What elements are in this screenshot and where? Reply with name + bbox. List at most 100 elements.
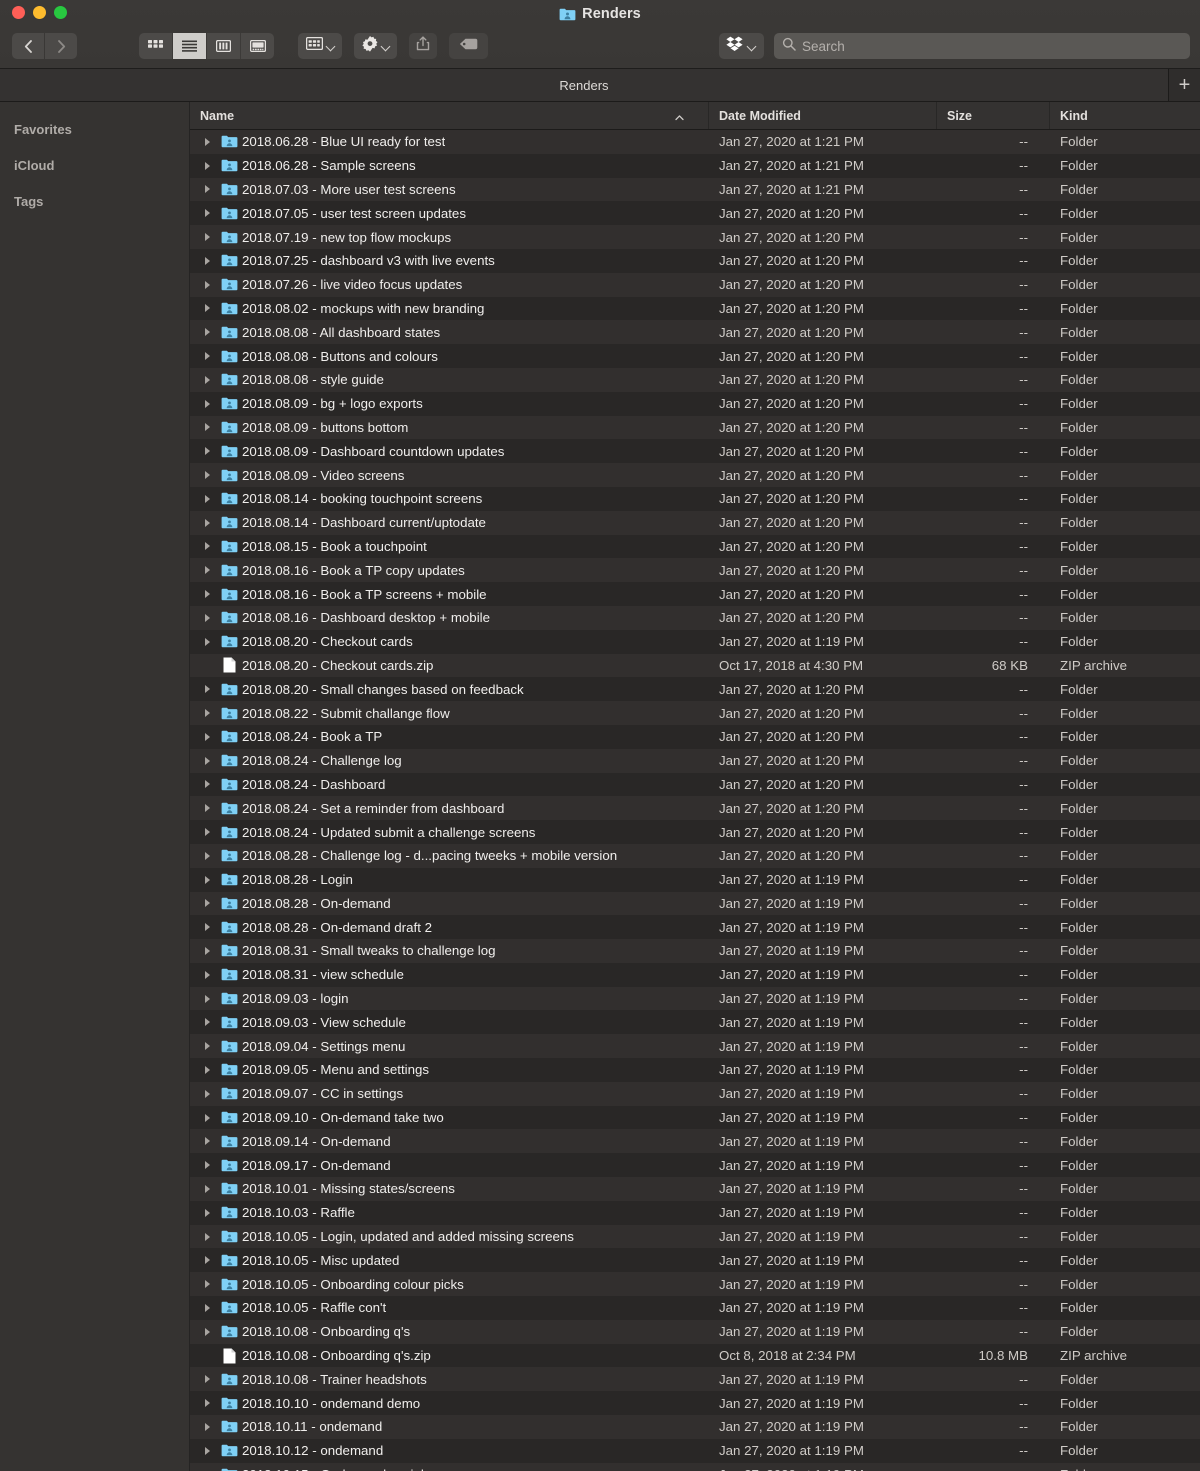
disclosure-triangle-icon[interactable] <box>198 733 216 741</box>
table-row[interactable]: 2018.07.26 - live video focus updatesJan… <box>190 273 1200 297</box>
table-row[interactable]: 2018.08.14 - booking touchpoint screensJ… <box>190 487 1200 511</box>
action-menu-button[interactable] <box>354 33 397 59</box>
disclosure-triangle-icon[interactable] <box>198 542 216 550</box>
table-row[interactable]: 2018.10.05 - Login, updated and added mi… <box>190 1225 1200 1249</box>
table-row[interactable]: 2018.08.09 - bg + logo exportsJan 27, 20… <box>190 392 1200 416</box>
table-row[interactable]: 2018.08.31 - Small tweaks to challenge l… <box>190 939 1200 963</box>
table-row[interactable]: 2018.08.16 - Book a TP screens + mobileJ… <box>190 582 1200 606</box>
disclosure-triangle-icon[interactable] <box>198 1280 216 1288</box>
icon-view-button[interactable] <box>139 33 173 59</box>
sidebar-section-favorites[interactable]: Favorites <box>0 111 189 147</box>
disclosure-triangle-icon[interactable] <box>198 1137 216 1145</box>
table-row[interactable]: 2018.08.09 - Video screensJan 27, 2020 a… <box>190 463 1200 487</box>
disclosure-triangle-icon[interactable] <box>198 971 216 979</box>
disclosure-triangle-icon[interactable] <box>198 447 216 455</box>
table-row[interactable]: 2018.09.07 - CC in settingsJan 27, 2020 … <box>190 1082 1200 1106</box>
disclosure-triangle-icon[interactable] <box>198 995 216 1003</box>
table-row[interactable]: 2018.08.24 - Challenge logJan 27, 2020 a… <box>190 749 1200 773</box>
table-row[interactable]: 2018.08.15 - Book a touchpointJan 27, 20… <box>190 535 1200 559</box>
table-row[interactable]: 2018.07.05 - user test screen updatesJan… <box>190 201 1200 225</box>
disclosure-triangle-icon[interactable] <box>198 1328 216 1336</box>
disclosure-triangle-icon[interactable] <box>198 876 216 884</box>
table-row[interactable]: 2018.09.10 - On-demand take twoJan 27, 2… <box>190 1106 1200 1130</box>
table-row[interactable]: 2018.09.14 - On-demandJan 27, 2020 at 1:… <box>190 1129 1200 1153</box>
disclosure-triangle-icon[interactable] <box>198 828 216 836</box>
disclosure-triangle-icon[interactable] <box>198 1233 216 1241</box>
disclosure-triangle-icon[interactable] <box>198 352 216 360</box>
table-row[interactable]: 2018.08.24 - DashboardJan 27, 2020 at 1:… <box>190 773 1200 797</box>
table-row[interactable]: 2018.07.25 - dashboard v3 with live even… <box>190 249 1200 273</box>
tag-button[interactable] <box>449 33 488 59</box>
disclosure-triangle-icon[interactable] <box>198 328 216 336</box>
table-row[interactable]: 2018.08.20 - Checkout cards.zipOct 17, 2… <box>190 654 1200 678</box>
disclosure-triangle-icon[interactable] <box>198 1114 216 1122</box>
table-row[interactable]: 2018.08.02 - mockups with new brandingJa… <box>190 297 1200 321</box>
table-row[interactable]: 2018.10.05 - Onboarding colour picksJan … <box>190 1272 1200 1296</box>
table-row[interactable]: 2018.10.08 - Onboarding q's.zipOct 8, 20… <box>190 1344 1200 1368</box>
table-row[interactable]: 2018.06.28 - Blue UI ready for testJan 2… <box>190 130 1200 154</box>
disclosure-triangle-icon[interactable] <box>198 281 216 289</box>
table-row[interactable]: 2018.10.01 - Missing states/screensJan 2… <box>190 1177 1200 1201</box>
disclosure-triangle-icon[interactable] <box>198 1399 216 1407</box>
disclosure-triangle-icon[interactable] <box>198 209 216 217</box>
table-row[interactable]: 2018.08.28 - On-demandJan 27, 2020 at 1:… <box>190 892 1200 916</box>
table-row[interactable]: 2018.08.09 - Dashboard countdown updates… <box>190 439 1200 463</box>
disclosure-triangle-icon[interactable] <box>198 1090 216 1098</box>
table-row[interactable]: 2018.08.08 - Buttons and coloursJan 27, … <box>190 344 1200 368</box>
table-row[interactable]: 2018.09.04 - Settings menuJan 27, 2020 a… <box>190 1034 1200 1058</box>
disclosure-triangle-icon[interactable] <box>198 1304 216 1312</box>
disclosure-triangle-icon[interactable] <box>198 1185 216 1193</box>
tab-renders[interactable]: Renders <box>0 69 1169 101</box>
table-row[interactable]: 2018.08.09 - buttons bottomJan 27, 2020 … <box>190 416 1200 440</box>
table-row[interactable]: 2018.07.19 - new top flow mockupsJan 27,… <box>190 225 1200 249</box>
table-row[interactable]: 2018.08.28 - LoginJan 27, 2020 at 1:19 P… <box>190 868 1200 892</box>
table-row[interactable]: 2018.09.05 - Menu and settingsJan 27, 20… <box>190 1058 1200 1082</box>
table-row[interactable]: 2018.08.24 - Updated submit a challenge … <box>190 820 1200 844</box>
table-row[interactable]: 2018.06.28 - Sample screensJan 27, 2020 … <box>190 154 1200 178</box>
disclosure-triangle-icon[interactable] <box>198 1066 216 1074</box>
table-row[interactable]: 2018.08.14 - Dashboard current/uptodateJ… <box>190 511 1200 535</box>
column-header-name[interactable]: Name <box>190 102 709 129</box>
table-row[interactable]: 2018.08.20 - Checkout cardsJan 27, 2020 … <box>190 630 1200 654</box>
table-row[interactable]: 2018.10.08 - Onboarding q'sJan 27, 2020 … <box>190 1320 1200 1344</box>
disclosure-triangle-icon[interactable] <box>198 709 216 717</box>
column-header-size[interactable]: Size <box>937 102 1050 129</box>
disclosure-triangle-icon[interactable] <box>198 1161 216 1169</box>
table-row[interactable]: 2018.08.16 - Dashboard desktop + mobileJ… <box>190 606 1200 630</box>
table-row[interactable]: 2018.08.24 - Book a TPJan 27, 2020 at 1:… <box>190 725 1200 749</box>
table-row[interactable]: 2018.08.28 - Challenge log - d...pacing … <box>190 844 1200 868</box>
disclosure-triangle-icon[interactable] <box>198 257 216 265</box>
table-row[interactable]: 2018.10.15 - Ondemand socialJan 27, 2020… <box>190 1463 1200 1471</box>
disclosure-triangle-icon[interactable] <box>198 923 216 931</box>
disclosure-triangle-icon[interactable] <box>198 638 216 646</box>
sidebar-section-icloud[interactable]: iCloud <box>0 147 189 183</box>
dropbox-button[interactable] <box>719 33 764 59</box>
table-row[interactable]: 2018.10.11 - ondemandJan 27, 2020 at 1:1… <box>190 1415 1200 1439</box>
disclosure-triangle-icon[interactable] <box>198 376 216 384</box>
table-row[interactable]: 2018.09.03 - View scheduleJan 27, 2020 a… <box>190 1010 1200 1034</box>
disclosure-triangle-icon[interactable] <box>198 804 216 812</box>
disclosure-triangle-icon[interactable] <box>198 899 216 907</box>
table-row[interactable]: 2018.08.08 - style guideJan 27, 2020 at … <box>190 368 1200 392</box>
back-button[interactable] <box>12 33 44 59</box>
disclosure-triangle-icon[interactable] <box>198 1209 216 1217</box>
disclosure-triangle-icon[interactable] <box>198 1042 216 1050</box>
new-tab-button[interactable]: + <box>1169 69 1200 101</box>
table-row[interactable]: 2018.10.05 - Misc updatedJan 27, 2020 at… <box>190 1248 1200 1272</box>
table-row[interactable]: 2018.09.17 - On-demandJan 27, 2020 at 1:… <box>190 1153 1200 1177</box>
table-row[interactable]: 2018.08.24 - Set a reminder from dashboa… <box>190 796 1200 820</box>
disclosure-triangle-icon[interactable] <box>198 947 216 955</box>
table-row[interactable]: 2018.08.20 - Small changes based on feed… <box>190 677 1200 701</box>
column-header-date-modified[interactable]: Date Modified <box>709 102 937 129</box>
share-button[interactable] <box>409 33 437 59</box>
disclosure-triangle-icon[interactable] <box>198 162 216 170</box>
disclosure-triangle-icon[interactable] <box>198 852 216 860</box>
sidebar-section-tags[interactable]: Tags <box>0 183 189 219</box>
group-by-button[interactable] <box>298 33 342 59</box>
search-field[interactable]: Search <box>774 33 1190 59</box>
disclosure-triangle-icon[interactable] <box>198 1423 216 1431</box>
disclosure-triangle-icon[interactable] <box>198 400 216 408</box>
disclosure-triangle-icon[interactable] <box>198 757 216 765</box>
disclosure-triangle-icon[interactable] <box>198 423 216 431</box>
gallery-view-button[interactable] <box>241 33 274 59</box>
